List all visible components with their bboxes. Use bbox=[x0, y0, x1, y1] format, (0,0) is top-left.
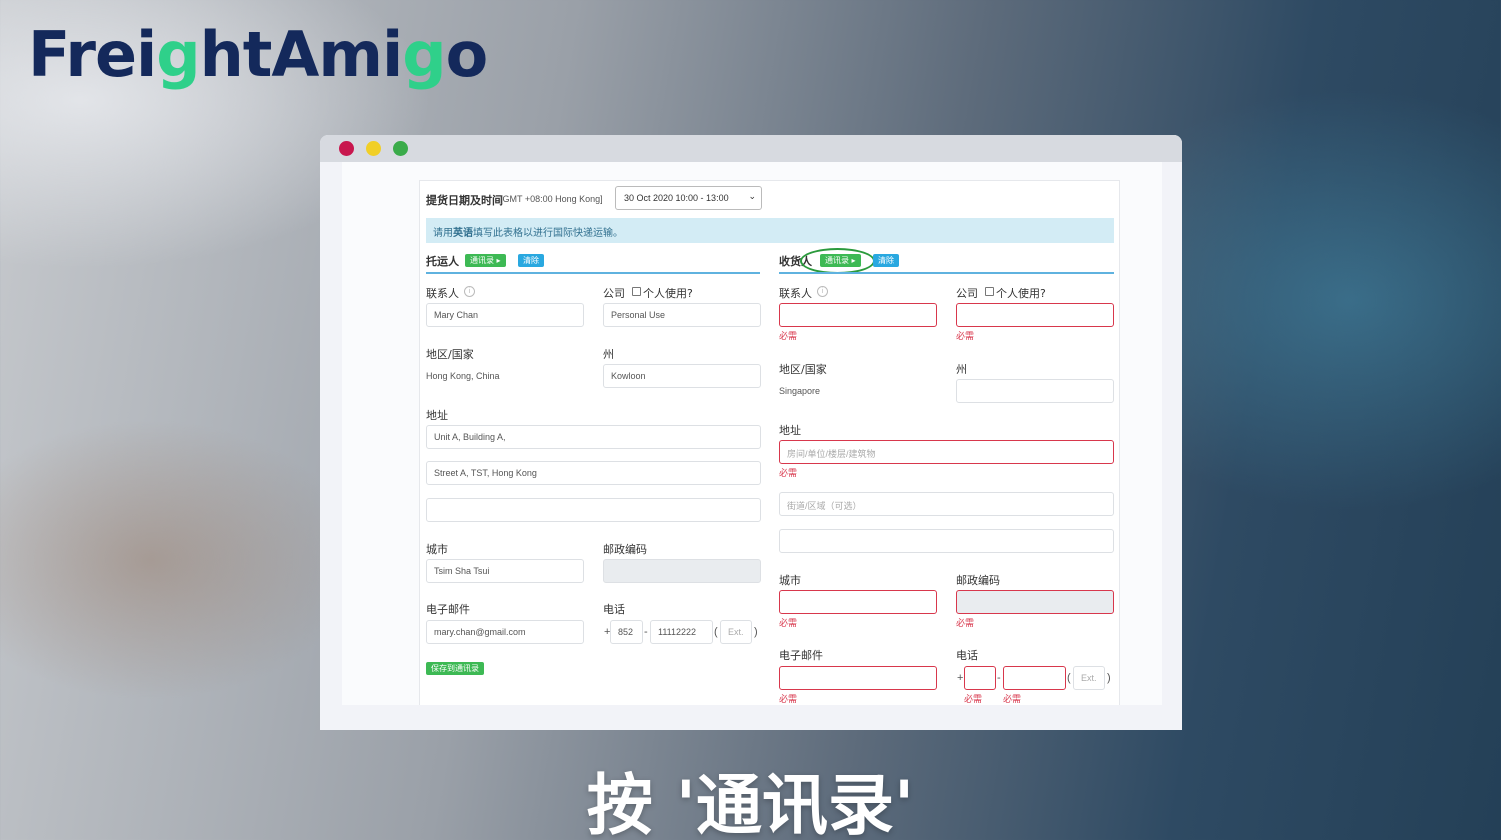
shipper-company-input[interactable]: Personal Use bbox=[603, 303, 761, 327]
consignee-personal-use-label: 个人使用? bbox=[996, 287, 1046, 300]
save-to-address-book-button[interactable]: 保存到通讯录 bbox=[426, 662, 484, 675]
shipper-phone-ext-input[interactable]: Ext. bbox=[720, 620, 752, 644]
shipper-postal-input[interactable] bbox=[603, 559, 761, 583]
close-window-button[interactable] bbox=[339, 141, 354, 156]
english-notice: 请用英语填写此表格以进行国际快递运输。 bbox=[426, 218, 1114, 243]
consignee-phone-plus: + bbox=[957, 672, 964, 684]
consignee-company-input[interactable] bbox=[956, 303, 1114, 327]
shipper-email-input[interactable]: mary.chan@gmail.com bbox=[426, 620, 584, 644]
shipper-phone-open-paren: ( bbox=[714, 626, 718, 638]
consignee-country-label: 地区/国家 bbox=[779, 363, 827, 376]
shipper-phone-dash: - bbox=[644, 626, 648, 638]
timezone-label: [GMT +08:00 Hong Kong] bbox=[500, 194, 603, 204]
shipper-title: 托运人 bbox=[426, 255, 459, 268]
notice-text-bold: 英语 bbox=[453, 228, 473, 239]
consignee-phone-close-paren: ) bbox=[1107, 672, 1111, 684]
shipper-city-input[interactable]: Tsim Sha Tsui bbox=[426, 559, 584, 583]
shipper-phone-country-code-input[interactable]: 852 bbox=[610, 620, 643, 644]
shipper-divider bbox=[426, 272, 760, 274]
shipper-state-input[interactable]: Kowloon bbox=[603, 364, 761, 388]
consignee-contact-required: 必需 bbox=[779, 332, 798, 342]
consignee-phone-dash: - bbox=[997, 672, 1001, 684]
consignee-contact-label: 联系人 bbox=[779, 287, 812, 300]
consignee-address-line2-input[interactable]: 街道/区域（可选） bbox=[779, 492, 1114, 516]
shipper-phone-number-input[interactable]: 11112222 bbox=[650, 620, 713, 644]
shipper-address-label: 地址 bbox=[426, 409, 448, 422]
consignee-personal-use-checkbox[interactable] bbox=[985, 287, 994, 296]
shipper-city-label: 城市 bbox=[426, 543, 448, 556]
consignee-phone-ext-input[interactable]: Ext. bbox=[1073, 666, 1105, 690]
shipper-address-line1-input[interactable]: Unit A, Building A, bbox=[426, 425, 761, 449]
notice-text-pre: 请用 bbox=[433, 228, 453, 239]
window-titlebar bbox=[320, 135, 1182, 162]
shipper-phone-close-paren: ) bbox=[754, 626, 758, 638]
consignee-city-label: 城市 bbox=[779, 574, 801, 587]
shipper-address-book-button[interactable]: 通讯录 ▸ bbox=[465, 254, 506, 267]
shipper-clear-button[interactable]: 清除 bbox=[518, 254, 544, 267]
shipper-personal-use-label: 个人使用? bbox=[643, 287, 693, 300]
maximize-window-button[interactable] bbox=[393, 141, 408, 156]
consignee-city-required: 必需 bbox=[779, 619, 798, 629]
shipper-state-label: 州 bbox=[603, 348, 614, 361]
shipper-email-label: 电子邮件 bbox=[426, 603, 470, 616]
consignee-address-line3-input[interactable] bbox=[779, 529, 1114, 553]
shipper-personal-use-checkbox[interactable] bbox=[632, 287, 641, 296]
consignee-company-required: 必需 bbox=[956, 332, 975, 342]
notice-text-post: 填写此表格以进行国际快递运输。 bbox=[473, 228, 623, 239]
shipper-country-label: 地区/国家 bbox=[426, 348, 474, 361]
consignee-phone-number-input[interactable] bbox=[1003, 666, 1066, 690]
consignee-city-input[interactable] bbox=[779, 590, 937, 614]
info-icon: i bbox=[464, 286, 475, 297]
shipper-contact-label: 联系人 bbox=[426, 287, 459, 300]
consignee-phone-number-required: 必需 bbox=[1003, 695, 1022, 705]
browser-window: 提货日期及时间 [GMT +08:00 Hong Kong] 30 Oct 20… bbox=[320, 135, 1182, 730]
consignee-phone-label: 电话 bbox=[956, 649, 978, 662]
consignee-postal-input[interactable] bbox=[956, 590, 1114, 614]
consignee-email-label: 电子邮件 bbox=[779, 649, 823, 662]
address-book-highlight-ring bbox=[800, 248, 875, 274]
shipper-contact-input[interactable]: Mary Chan bbox=[426, 303, 584, 327]
freightamigo-logo: FreightAmigo bbox=[28, 18, 488, 91]
pickup-datetime-label: 提货日期及时间 bbox=[426, 194, 503, 207]
consignee-email-input[interactable] bbox=[779, 666, 937, 690]
consignee-address-label: 地址 bbox=[779, 424, 801, 437]
consignee-clear-button[interactable]: 清除 bbox=[873, 254, 899, 267]
chevron-down-icon: ⌄ bbox=[748, 191, 756, 201]
shipper-company-label: 公司 bbox=[603, 287, 625, 300]
shipper-address-line3-input[interactable] bbox=[426, 498, 761, 522]
page-viewport: 提货日期及时间 [GMT +08:00 Hong Kong] 30 Oct 20… bbox=[342, 162, 1162, 705]
consignee-company-label: 公司 bbox=[956, 287, 978, 300]
consignee-divider bbox=[779, 272, 1114, 274]
consignee-state-label: 州 bbox=[956, 363, 967, 376]
shipper-country-value: Hong Kong, China bbox=[426, 371, 500, 381]
consignee-country-value: Singapore bbox=[779, 386, 821, 396]
pickup-datetime-value: 30 Oct 2020 10:00 - 13:00 bbox=[624, 193, 729, 203]
shipper-postal-label: 邮政编码 bbox=[603, 543, 647, 556]
pickup-datetime-select[interactable]: 30 Oct 2020 10:00 - 13:00 ⌄ bbox=[615, 186, 762, 210]
instruction-caption: 按 '通讯录' bbox=[586, 767, 915, 840]
info-icon: i bbox=[817, 286, 828, 297]
consignee-state-input[interactable] bbox=[956, 379, 1114, 403]
consignee-phone-open-paren: ( bbox=[1067, 672, 1071, 684]
consignee-postal-label: 邮政编码 bbox=[956, 574, 1000, 587]
consignee-email-required: 必需 bbox=[779, 695, 798, 705]
shipper-address-line2-input[interactable]: Street A, TST, Hong Kong bbox=[426, 461, 761, 485]
consignee-contact-input[interactable] bbox=[779, 303, 937, 327]
consignee-phone-country-code-input[interactable] bbox=[964, 666, 996, 690]
shipper-phone-label: 电话 bbox=[603, 603, 625, 616]
consignee-phone-cc-required: 必需 bbox=[964, 695, 983, 705]
shipment-form: 提货日期及时间 [GMT +08:00 Hong Kong] 30 Oct 20… bbox=[419, 180, 1120, 705]
consignee-postal-required: 必需 bbox=[956, 619, 975, 629]
consignee-address-required: 必需 bbox=[779, 469, 798, 479]
minimize-window-button[interactable] bbox=[366, 141, 381, 156]
consignee-address-line1-input[interactable]: 房间/单位/楼层/建筑物 bbox=[779, 440, 1114, 464]
